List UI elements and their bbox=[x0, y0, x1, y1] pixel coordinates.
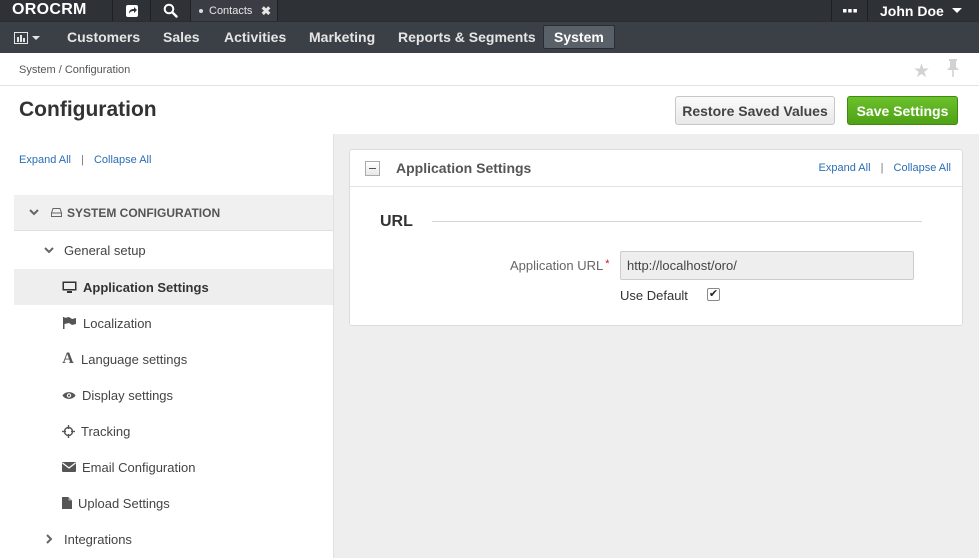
ellipsis-icon bbox=[842, 8, 857, 12]
caret-down-icon bbox=[32, 35, 40, 40]
section-divider bbox=[432, 221, 922, 222]
user-name: John Doe bbox=[880, 2, 944, 19]
dashboard-menu-button[interactable] bbox=[14, 22, 40, 53]
font-icon: A bbox=[62, 350, 74, 367]
restore-saved-values-button[interactable]: Restore Saved Values bbox=[675, 96, 835, 125]
envelope-icon bbox=[61, 462, 76, 472]
more-menu-button[interactable] bbox=[832, 0, 867, 21]
menu-marketing[interactable]: Marketing bbox=[309, 22, 375, 53]
link-separator: | bbox=[81, 154, 84, 166]
tree-item-integrations[interactable]: Integrations bbox=[14, 521, 333, 557]
expand-all-link[interactable]: Expand All bbox=[819, 162, 871, 174]
panel-title: Application Settings bbox=[396, 160, 532, 176]
sidebar-tree-controls: Expand All | Collapse All bbox=[19, 154, 151, 166]
top-bar: OROCRM Contacts ✖ John Doe bbox=[0, 0, 979, 21]
tree-item-general-setup[interactable]: General setup bbox=[14, 232, 333, 268]
pin-icon[interactable] bbox=[946, 59, 960, 80]
chevron-down-icon[interactable] bbox=[27, 209, 41, 216]
user-menu[interactable]: John Doe bbox=[868, 0, 979, 21]
section-title: URL bbox=[380, 213, 413, 230]
page-header: Configuration Restore Saved Values Save … bbox=[0, 86, 979, 134]
flag-icon bbox=[61, 317, 77, 329]
use-default-label: Use Default bbox=[620, 288, 688, 303]
tree-item-label: Language settings bbox=[81, 351, 188, 367]
pinned-tab-label: Contacts bbox=[209, 4, 253, 17]
menu-system[interactable]: System bbox=[543, 25, 615, 49]
tree-item-label: Email Configuration bbox=[82, 459, 196, 475]
tree-item-display-settings[interactable]: Display settings bbox=[14, 377, 333, 413]
collapse-all-link[interactable]: Collapse All bbox=[94, 154, 151, 166]
menu-activities[interactable]: Activities bbox=[224, 22, 286, 53]
bar-chart-icon bbox=[14, 31, 28, 44]
tree-item-label: General setup bbox=[64, 242, 146, 258]
breadcrumb: System / Configuration bbox=[19, 64, 131, 76]
application-url-label: Application URL * bbox=[510, 258, 610, 273]
use-default-checkbox[interactable]: ✔ bbox=[707, 288, 720, 301]
application-settings-panel: Application Settings Expand All | Collap… bbox=[349, 149, 963, 326]
tree-item-language-settings[interactable]: A Language settings bbox=[14, 341, 333, 377]
tree-item-label: Tracking bbox=[81, 423, 131, 439]
pinned-tab-contacts[interactable]: Contacts ✖ bbox=[190, 0, 278, 21]
minus-icon bbox=[369, 168, 376, 169]
tree-item-label: Display settings bbox=[82, 387, 174, 403]
application-url-label-text: Application URL bbox=[510, 258, 604, 273]
hdd-icon bbox=[49, 208, 63, 217]
shortcuts-button[interactable] bbox=[113, 0, 150, 21]
required-marker: * bbox=[605, 258, 610, 270]
share-icon bbox=[125, 4, 138, 17]
tree-item-upload-settings[interactable]: Upload Settings bbox=[14, 485, 333, 521]
panel-header: Application Settings Expand All | Collap… bbox=[350, 150, 962, 187]
save-settings-button[interactable]: Save Settings bbox=[847, 96, 958, 125]
bullet-icon bbox=[199, 8, 203, 13]
file-icon bbox=[61, 497, 72, 509]
tree-item-localization[interactable]: Localization bbox=[14, 305, 333, 341]
tree-item-label: Localization bbox=[83, 315, 152, 331]
star-icon[interactable]: ★ bbox=[913, 60, 930, 83]
search-button[interactable] bbox=[151, 0, 189, 21]
close-icon[interactable]: ✖ bbox=[261, 4, 271, 18]
tree-item-label: SYSTEM CONFIGURATION bbox=[67, 205, 221, 220]
chevron-down-icon[interactable] bbox=[42, 246, 56, 254]
panel-tree-controls: Expand All | Collapse All bbox=[819, 162, 951, 174]
caret-down-icon bbox=[951, 8, 962, 13]
link-separator: | bbox=[880, 162, 884, 174]
main-menu: Customers Sales Activities Marketing Rep… bbox=[0, 21, 979, 53]
config-sidebar: Expand All | Collapse All SYSTEM CONFIGU… bbox=[0, 134, 334, 558]
menu-customers[interactable]: Customers bbox=[67, 22, 140, 53]
search-icon bbox=[163, 3, 178, 18]
tree-item-label: Integrations bbox=[64, 531, 132, 547]
tree-item-system-configuration[interactable]: SYSTEM CONFIGURATION bbox=[14, 195, 333, 231]
check-icon: ✔ bbox=[708, 288, 719, 300]
chevron-right-icon[interactable] bbox=[42, 534, 56, 544]
collapse-panel-button[interactable] bbox=[365, 161, 380, 176]
page-title: Configuration bbox=[19, 98, 157, 121]
expand-all-link[interactable]: Expand All bbox=[19, 154, 71, 166]
breadcrumb-bar: System / Configuration ★ bbox=[0, 53, 979, 86]
tree-item-label: Application Settings bbox=[83, 279, 209, 295]
menu-sales[interactable]: Sales bbox=[163, 22, 200, 53]
eye-icon bbox=[61, 391, 76, 400]
app-logo[interactable]: OROCRM bbox=[12, 1, 87, 19]
crosshairs-icon bbox=[61, 424, 75, 438]
collapse-all-link[interactable]: Collapse All bbox=[894, 162, 951, 174]
desktop-icon bbox=[61, 281, 77, 293]
tree-item-application-settings[interactable]: Application Settings bbox=[14, 269, 333, 305]
tree-item-tracking[interactable]: Tracking bbox=[14, 413, 333, 449]
config-content: Application Settings Expand All | Collap… bbox=[334, 134, 979, 558]
menu-reports-segments[interactable]: Reports & Segments bbox=[398, 22, 536, 53]
tree-item-email-configuration[interactable]: Email Configuration bbox=[14, 449, 333, 485]
tree-item-label: Upload Settings bbox=[78, 495, 170, 511]
application-url-input[interactable] bbox=[620, 251, 914, 280]
